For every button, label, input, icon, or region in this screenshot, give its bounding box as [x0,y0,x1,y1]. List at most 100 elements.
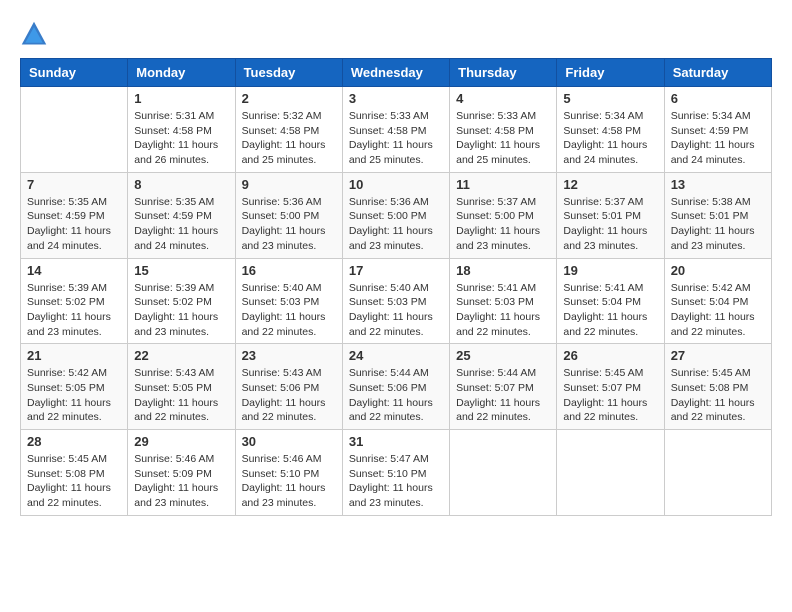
day-number: 11 [456,177,550,192]
day-number: 21 [27,348,121,363]
calendar-cell: 24Sunrise: 5:44 AM Sunset: 5:06 PM Dayli… [342,344,449,430]
day-info: Sunrise: 5:40 AM Sunset: 5:03 PM Dayligh… [242,281,336,340]
day-info: Sunrise: 5:41 AM Sunset: 5:03 PM Dayligh… [456,281,550,340]
day-info: Sunrise: 5:37 AM Sunset: 5:00 PM Dayligh… [456,195,550,254]
calendar-cell: 28 Sunrise: 5:45 AM Sunset: 5:08 PM Dayli… [21,430,128,516]
day-info: Sunrise: 5:36 AM Sunset: 5:00 PM Dayligh… [242,195,336,254]
day-number: 24 [349,348,443,363]
day-info: Sunrise: 5:34 AM Sunset: 4:59 PM Dayligh… [671,109,765,168]
day-number: 12 [563,177,657,192]
calendar-cell: 21 Sunrise: 5:42 AM Sunset: 5:05 PM Dayli… [21,344,128,430]
day-number: 15 [134,263,228,278]
day-number: 28 [27,434,121,449]
calendar-cell: 4Sunrise: 5:33 AM Sunset: 4:58 PM Daylig… [450,87,557,173]
day-number: 27 [671,348,765,363]
day-info: Sunrise: 5:41 AM Sunset: 5:04 PM Dayligh… [563,281,657,340]
day-info: Sunrise: 5:44 AM Sunset: 5:07 PM Dayligh… [456,366,550,425]
week-row-1: 1 Sunrise: 5:31 AM Sunset: 4:58 PM Daylig… [21,87,772,173]
calendar-cell: 3 Sunrise: 5:33 AM Sunset: 4:58 PM Daylig… [342,87,449,173]
day-number: 6 [671,91,765,106]
col-header-thursday: Thursday [450,59,557,87]
day-number: 5 [563,91,657,106]
day-number: 9 [242,177,336,192]
day-number: 31 [349,434,443,449]
calendar-cell: 11 Sunrise: 5:37 AM Sunset: 5:00 PM Dayli… [450,172,557,258]
calendar-cell: 25 Sunrise: 5:44 AM Sunset: 5:07 PM Dayli… [450,344,557,430]
day-info: Sunrise: 5:45 AM Sunset: 5:08 PM Dayligh… [671,366,765,425]
day-info: Sunrise: 5:42 AM Sunset: 5:05 PM Dayligh… [27,366,121,425]
day-info: Sunrise: 5:43 AM Sunset: 5:05 PM Dayligh… [134,366,228,425]
calendar-cell: 31 Sunrise: 5:47 AM Sunset: 5:10 PM Dayli… [342,430,449,516]
day-number: 20 [671,263,765,278]
day-number: 2 [242,91,336,106]
col-header-tuesday: Tuesday [235,59,342,87]
calendar-cell: 20 Sunrise: 5:42 AM Sunset: 5:04 PM Dayli… [664,258,771,344]
week-row-2: 7 Sunrise: 5:35 AM Sunset: 4:59 PM Daylig… [21,172,772,258]
calendar-cell [21,87,128,173]
calendar-cell: 13 Sunrise: 5:38 AM Sunset: 5:01 PM Dayli… [664,172,771,258]
day-info: Sunrise: 5:34 AM Sunset: 4:58 PM Dayligh… [563,109,657,168]
calendar-header-row: SundayMondayTuesdayWednesdayThursdayFrid… [21,59,772,87]
day-number: 23 [242,348,336,363]
day-number: 3 [349,91,443,106]
calendar-cell: 26 Sunrise: 5:45 AM Sunset: 5:07 PM Dayli… [557,344,664,430]
col-header-wednesday: Wednesday [342,59,449,87]
day-info: Sunrise: 5:39 AM Sunset: 5:02 PM Dayligh… [134,281,228,340]
logo-icon [20,20,48,48]
day-info: Sunrise: 5:47 AM Sunset: 5:10 PM Dayligh… [349,452,443,511]
day-number: 7 [27,177,121,192]
day-info: Sunrise: 5:43 AM Sunset: 5:06 PM Dayligh… [242,366,336,425]
calendar-cell: 8Sunrise: 5:35 AM Sunset: 4:59 PM Daylig… [128,172,235,258]
day-number: 1 [134,91,228,106]
col-header-sunday: Sunday [21,59,128,87]
day-info: Sunrise: 5:31 AM Sunset: 4:58 PM Dayligh… [134,109,228,168]
calendar-cell: 7 Sunrise: 5:35 AM Sunset: 4:59 PM Daylig… [21,172,128,258]
calendar-cell: 2 Sunrise: 5:32 AM Sunset: 4:58 PM Daylig… [235,87,342,173]
calendar-cell: 29Sunrise: 5:46 AM Sunset: 5:09 PM Dayli… [128,430,235,516]
day-number: 14 [27,263,121,278]
day-number: 22 [134,348,228,363]
day-info: Sunrise: 5:32 AM Sunset: 4:58 PM Dayligh… [242,109,336,168]
day-info: Sunrise: 5:33 AM Sunset: 4:58 PM Dayligh… [349,109,443,168]
week-row-4: 21 Sunrise: 5:42 AM Sunset: 5:05 PM Dayli… [21,344,772,430]
day-number: 19 [563,263,657,278]
day-number: 16 [242,263,336,278]
calendar-cell [557,430,664,516]
day-info: Sunrise: 5:35 AM Sunset: 4:59 PM Dayligh… [27,195,121,254]
calendar-cell: 23 Sunrise: 5:43 AM Sunset: 5:06 PM Dayli… [235,344,342,430]
day-info: Sunrise: 5:36 AM Sunset: 5:00 PM Dayligh… [349,195,443,254]
day-info: Sunrise: 5:39 AM Sunset: 5:02 PM Dayligh… [27,281,121,340]
calendar-cell: 18 Sunrise: 5:41 AM Sunset: 5:03 PM Dayli… [450,258,557,344]
day-number: 25 [456,348,550,363]
calendar-cell [450,430,557,516]
day-number: 10 [349,177,443,192]
day-number: 29 [134,434,228,449]
calendar-cell: 19 Sunrise: 5:41 AM Sunset: 5:04 PM Dayli… [557,258,664,344]
week-row-3: 14 Sunrise: 5:39 AM Sunset: 5:02 PM Dayli… [21,258,772,344]
calendar-cell: 1 Sunrise: 5:31 AM Sunset: 4:58 PM Daylig… [128,87,235,173]
calendar-cell: 27 Sunrise: 5:45 AM Sunset: 5:08 PM Dayli… [664,344,771,430]
day-number: 26 [563,348,657,363]
calendar-cell: 17 Sunrise: 5:40 AM Sunset: 5:03 PM Dayli… [342,258,449,344]
day-number: 18 [456,263,550,278]
calendar-cell: 10 Sunrise: 5:36 AM Sunset: 5:00 PM Dayli… [342,172,449,258]
day-info: Sunrise: 5:45 AM Sunset: 5:07 PM Dayligh… [563,366,657,425]
day-number: 8 [134,177,228,192]
calendar-cell: 22 Sunrise: 5:43 AM Sunset: 5:05 PM Dayli… [128,344,235,430]
day-number: 17 [349,263,443,278]
day-info: Sunrise: 5:37 AM Sunset: 5:01 PM Dayligh… [563,195,657,254]
day-info: Sunrise: 5:38 AM Sunset: 5:01 PM Dayligh… [671,195,765,254]
day-number: 13 [671,177,765,192]
calendar-cell [664,430,771,516]
calendar-cell: 16 Sunrise: 5:40 AM Sunset: 5:03 PM Dayli… [235,258,342,344]
calendar-table: SundayMondayTuesdayWednesdayThursdayFrid… [20,58,772,516]
week-row-5: 28 Sunrise: 5:45 AM Sunset: 5:08 PM Dayli… [21,430,772,516]
day-info: Sunrise: 5:45 AM Sunset: 5:08 PM Dayligh… [27,452,121,511]
day-info: Sunrise: 5:42 AM Sunset: 5:04 PM Dayligh… [671,281,765,340]
col-header-saturday: Saturday [664,59,771,87]
logo [20,20,50,48]
day-info: Sunrise: 5:46 AM Sunset: 5:10 PM Dayligh… [242,452,336,511]
day-number: 4 [456,91,550,106]
col-header-monday: Monday [128,59,235,87]
day-info: Sunrise: 5:40 AM Sunset: 5:03 PM Dayligh… [349,281,443,340]
